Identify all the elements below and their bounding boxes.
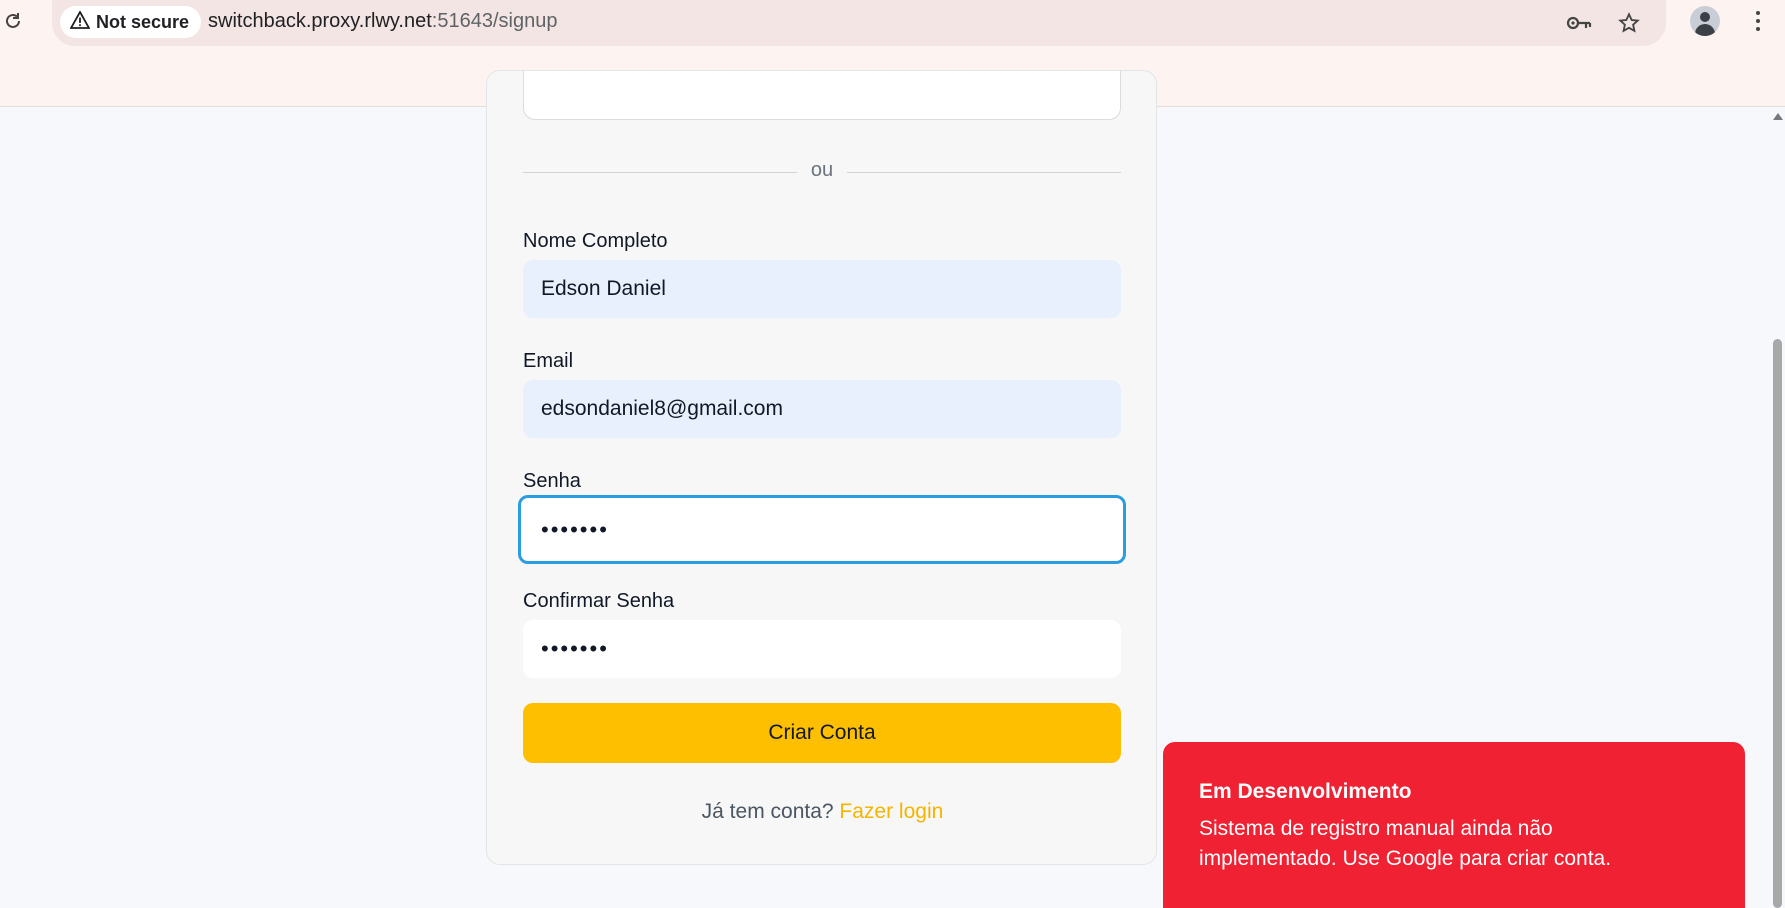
warning-icon — [69, 9, 91, 34]
signup-card: ou Nome Completo Edson Daniel Email edso… — [486, 70, 1157, 865]
url-host: switchback.proxy.rlwy.net — [208, 10, 432, 32]
reload-icon[interactable] — [0, 8, 26, 34]
email-label: Email — [523, 350, 574, 372]
email-value: edsondaniel8@gmail.com — [541, 397, 783, 420]
url-path: :51643/signup — [431, 10, 558, 32]
name-value: Edson Daniel — [541, 277, 666, 300]
star-icon[interactable] — [1615, 9, 1643, 37]
login-link[interactable]: Fazer login — [839, 800, 943, 823]
login-prompt: Já tem conta? Fazer login — [487, 800, 1158, 824]
confirm-password-label: Confirmar Senha — [523, 590, 675, 612]
avatar[interactable] — [1690, 6, 1720, 36]
toast-title: Em Desenvolvimento — [1199, 780, 1412, 803]
name-label: Nome Completo — [523, 230, 668, 252]
email-input[interactable]: edsondaniel8@gmail.com — [523, 380, 1121, 438]
scrollbar[interactable] — [1770, 107, 1785, 908]
google-signin-button[interactable] — [523, 71, 1121, 120]
divider-text: ou — [797, 159, 847, 182]
password-value: ••••••• — [541, 516, 609, 542]
name-input[interactable]: Edson Daniel — [523, 260, 1121, 318]
password-label: Senha — [523, 470, 581, 492]
scroll-up-arrow-icon[interactable] — [1773, 113, 1783, 120]
toast-message: Sistema de registro manual ainda não imp… — [1199, 817, 1612, 870]
scroll-thumb[interactable] — [1773, 339, 1782, 908]
password-input[interactable]: ••••••• — [518, 495, 1126, 564]
confirm-password-value: ••••••• — [541, 636, 609, 661]
menu-icon[interactable] — [1744, 6, 1772, 36]
security-chip[interactable]: Not secure — [60, 6, 202, 38]
login-prompt-text: Já tem conta? — [701, 800, 834, 823]
create-account-button[interactable]: Criar Conta — [523, 703, 1121, 763]
security-label: Not secure — [96, 11, 190, 32]
address-bar[interactable]: Not secure switchback.proxy.rlwy.net:516… — [52, 0, 1666, 46]
error-toast[interactable]: Em Desenvolvimento Sistema de registro m… — [1163, 742, 1745, 908]
confirm-password-input[interactable]: ••••••• — [523, 620, 1121, 678]
url-text[interactable]: switchback.proxy.rlwy.net:51643/signup — [208, 10, 557, 33]
key-icon[interactable] — [1565, 9, 1593, 37]
